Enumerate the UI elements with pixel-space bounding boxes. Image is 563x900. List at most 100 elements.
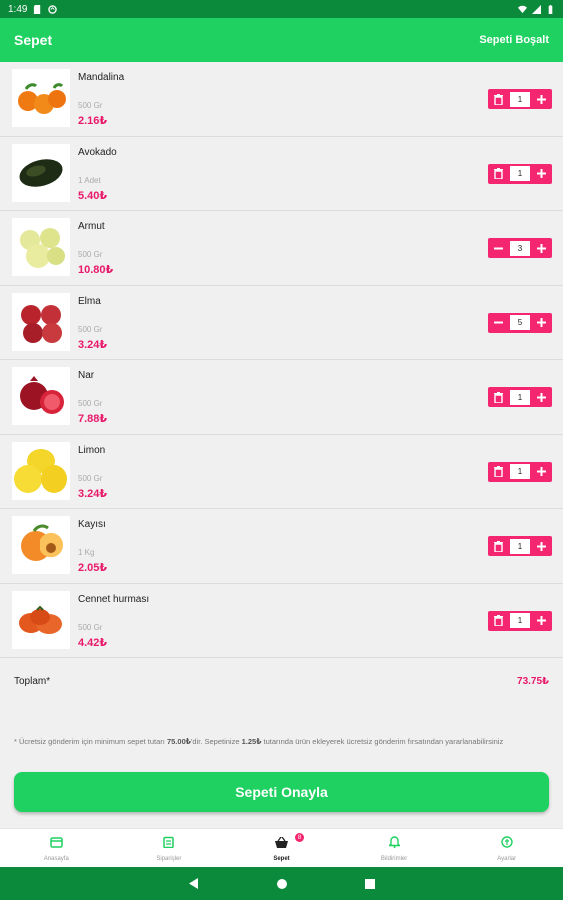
- product-name: Armut: [78, 221, 105, 232]
- product-price: 2.05₺: [78, 562, 108, 574]
- cart-item: Nar 500 Gr 7.88₺ 1: [0, 360, 563, 435]
- cart-item: Mandalina 500 Gr 2.16₺ 1: [0, 62, 563, 137]
- increase-button[interactable]: [531, 89, 552, 109]
- quantity-field[interactable]: 1: [509, 536, 531, 556]
- remove-button[interactable]: [488, 89, 509, 109]
- product-unit: 500 Gr: [78, 399, 103, 408]
- plus-icon: [537, 94, 546, 104]
- product-unit: 500 Gr: [78, 324, 103, 334]
- nav-label: Bildirimler: [380, 855, 408, 862]
- product-name: Nar: [78, 370, 95, 381]
- product-image: [12, 69, 70, 127]
- min-amount: 75.00₺: [166, 737, 191, 746]
- quantity-stepper: 1: [488, 163, 552, 184]
- lemon-image: [14, 448, 67, 493]
- remove-button[interactable]: [488, 461, 509, 482]
- back-icon[interactable]: [188, 878, 199, 889]
- increase-button[interactable]: [531, 610, 552, 631]
- product-price: 10.80₺: [78, 264, 114, 276]
- quantity-value: 1: [510, 389, 530, 405]
- minus-icon: [494, 321, 503, 324]
- bell-icon: [387, 835, 401, 853]
- product-unit: 500 Gr: [78, 473, 103, 483]
- orders-icon: [163, 835, 175, 853]
- product-price: 7.88₺: [78, 413, 108, 425]
- product-unit: 500 Gr: [78, 250, 103, 259]
- cart-item: Kayısı 1 Kg 2.05₺ 1: [0, 509, 563, 584]
- quantity-value: 1: [510, 538, 530, 554]
- increase-button[interactable]: [531, 387, 552, 407]
- quantity-field[interactable]: 5: [509, 312, 531, 333]
- plus-icon: [537, 169, 546, 178]
- quantity-field[interactable]: 3: [509, 238, 531, 258]
- remove-button[interactable]: [488, 536, 509, 556]
- product-unit: 500 Gr: [78, 101, 103, 110]
- trash-icon: [494, 93, 503, 105]
- free-shipping-note: * Ücretsiz gönderim için minimum sepet t…: [14, 737, 504, 746]
- plus-icon: [537, 467, 546, 476]
- confirm-cart-button[interactable]: Sepeti Onayla: [14, 772, 549, 812]
- plus-icon: [537, 318, 546, 327]
- app-bar: Sepet Sepeti Boşalt: [0, 18, 563, 62]
- increase-button[interactable]: [531, 163, 552, 184]
- home-circle-icon[interactable]: [276, 878, 287, 889]
- product-unit: 500 Gr: [78, 622, 103, 632]
- recents-icon[interactable]: [364, 878, 375, 889]
- apricot-image: [21, 524, 64, 561]
- quantity-value: 3: [510, 240, 530, 256]
- product-name: Mandalina: [78, 72, 125, 83]
- increase-button[interactable]: [531, 461, 552, 482]
- page-title: Sepet: [14, 32, 53, 48]
- product-unit: 1 Adet: [78, 175, 101, 185]
- sd-card-icon: [34, 4, 41, 14]
- remove-button[interactable]: [488, 387, 509, 407]
- settings-icon: [500, 835, 513, 853]
- quantity-value: 1: [510, 91, 530, 107]
- product-price: 3.24₺: [78, 487, 108, 500]
- remove-button[interactable]: [488, 163, 509, 184]
- quantity-value: 5: [510, 315, 530, 330]
- quantity-stepper: 1: [488, 610, 552, 631]
- nav-item-anasayfa[interactable]: Anasayfa: [0, 829, 113, 867]
- increase-button[interactable]: [531, 312, 552, 333]
- nav-item-siparişler[interactable]: Siparişler: [113, 829, 226, 867]
- empty-cart-button[interactable]: Sepeti Boşalt: [479, 34, 549, 46]
- product-name: Elma: [78, 295, 101, 307]
- nav-item-bildirimler[interactable]: Bildirimler: [338, 829, 451, 867]
- plus-icon: [537, 616, 546, 625]
- quantity-stepper: 1: [488, 461, 552, 482]
- cart-item: Avokado 1 Adet 5.40₺ 1: [0, 137, 563, 211]
- trash-icon: [494, 540, 503, 552]
- bottom-nav: Anasayfa Siparişler 8 Sepet Bildirimler Ayarl…: [0, 828, 563, 867]
- cart-count-badge: 8: [294, 833, 304, 842]
- decrease-button[interactable]: [488, 238, 509, 258]
- decrease-button[interactable]: [488, 312, 509, 333]
- product-image: [12, 218, 70, 276]
- total-value: 73.75₺: [517, 676, 549, 687]
- basket-icon: [274, 835, 288, 853]
- quantity-value: 1: [510, 464, 530, 479]
- quantity-field[interactable]: 1: [509, 461, 531, 482]
- quantity-field[interactable]: 1: [509, 163, 531, 184]
- nav-label: Siparişler: [156, 855, 182, 862]
- nav-item-ayarlar[interactable]: Ayarlar: [450, 829, 563, 867]
- battery-icon: [548, 4, 553, 14]
- product-price: 3.24₺: [78, 338, 108, 351]
- increase-button[interactable]: [531, 536, 552, 556]
- cart-item: Armut 500 Gr 10.80₺ 3: [0, 211, 563, 286]
- wifi-icon: [518, 5, 527, 13]
- quantity-field[interactable]: 1: [509, 610, 531, 631]
- cart-item: Cennet hurması 500 Gr 4.42₺ 1: [0, 584, 563, 658]
- trash-icon: [494, 391, 503, 403]
- product-name: Avokado: [78, 146, 117, 158]
- quantity-field[interactable]: 1: [509, 387, 531, 407]
- nav-item-sepet[interactable]: 8 Sepet: [225, 829, 338, 867]
- increase-button[interactable]: [531, 238, 552, 258]
- quantity-stepper: 1: [488, 536, 552, 556]
- cart-item: Elma 500 Gr 3.24₺ 5: [0, 286, 563, 360]
- trash-icon: [494, 168, 503, 179]
- remove-button[interactable]: [488, 610, 509, 631]
- plus-icon: [537, 541, 546, 551]
- quantity-field[interactable]: 1: [509, 89, 531, 109]
- avocado-image: [19, 158, 63, 187]
